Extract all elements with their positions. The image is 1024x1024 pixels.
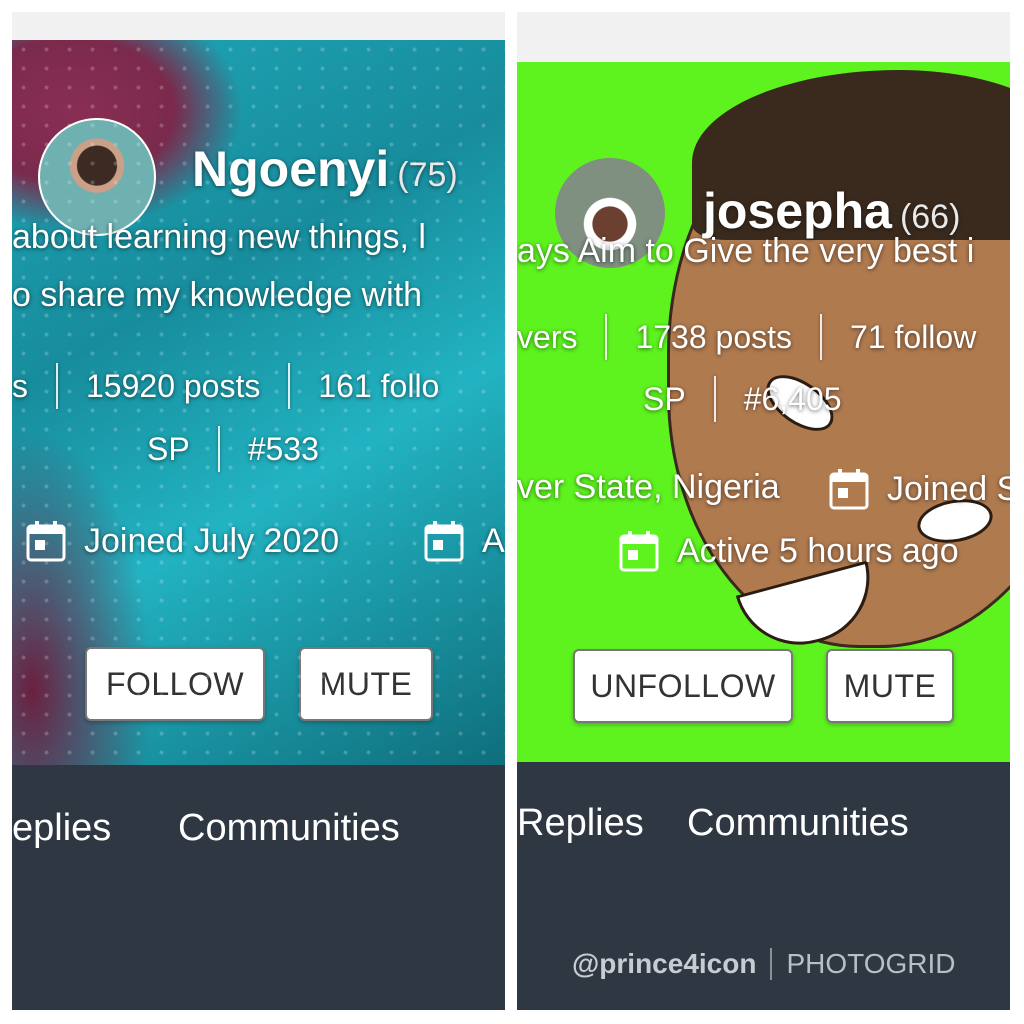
profile-tabs: eplies Communities: [12, 765, 505, 1010]
following-count[interactable]: 161 follo: [318, 368, 439, 405]
mute-button[interactable]: MUTE: [826, 649, 954, 723]
photogrid-watermark: @prince4icon PHOTOGRID: [572, 948, 956, 980]
sp-rank-row: SP #6,405: [643, 376, 842, 422]
stats-row: vers 1738 posts 71 follow: [517, 314, 976, 360]
joined-text: Joined July 2020: [84, 521, 340, 560]
profile-name: Ngoenyi (75): [192, 140, 458, 198]
following-count[interactable]: 71 follow: [850, 319, 976, 356]
username: Ngoenyi: [192, 141, 390, 197]
avatar[interactable]: [38, 118, 156, 236]
bio-line-2: o share my knowledge with: [12, 276, 423, 314]
sp-label: SP: [147, 430, 190, 467]
bio-line-1: about learning new things, l: [12, 218, 426, 256]
watermark-brand: PHOTOGRID: [786, 948, 956, 979]
calendar-icon: [829, 469, 869, 510]
username: josepha: [703, 183, 892, 239]
calendar-icon: [619, 531, 659, 572]
reputation-score: (75): [397, 156, 458, 194]
divider: [770, 948, 773, 980]
joined-date: Joined S: [829, 468, 1010, 510]
posts-count: 15920 posts: [86, 367, 261, 404]
cover-image: Ngoenyi (75) about learning new things, l…: [12, 40, 505, 765]
rank: #6,405: [743, 380, 842, 417]
divider: [713, 376, 716, 422]
tab-communities[interactable]: Communities: [687, 802, 909, 845]
bio-line-1: ays Aim to Give the very best i: [517, 232, 975, 270]
divider: [56, 363, 58, 409]
cover-image: josepha (66) ays Aim to Give the very bes…: [517, 62, 1010, 762]
reputation-score: (66): [899, 198, 961, 236]
posts-count: 1738 posts: [635, 318, 793, 355]
divider: [820, 314, 823, 360]
location-text: ver State, Nigeria: [517, 468, 780, 506]
followers-count[interactable]: vers: [517, 319, 577, 356]
follow-button[interactable]: FOLLOW: [85, 647, 265, 721]
tab-replies[interactable]: eplies: [12, 807, 111, 850]
divider: [217, 426, 220, 472]
rank: #533: [247, 430, 319, 467]
last-active: A: [424, 520, 505, 562]
active-text: A: [482, 521, 505, 560]
sp-label: SP: [643, 380, 686, 417]
active-text: Active 5 hours ago: [677, 531, 959, 570]
tab-communities[interactable]: Communities: [178, 807, 400, 850]
divider: [288, 363, 291, 409]
joined-text: Joined S: [887, 469, 1010, 508]
calendar-icon: [26, 521, 66, 562]
profile-panel-josepha: josepha (66) ays Aim to Give the very bes…: [517, 12, 1010, 1010]
sp-rank-row: SP #533: [147, 426, 319, 472]
unfollow-button[interactable]: UNFOLLOW: [573, 649, 793, 723]
calendar-icon: [424, 521, 464, 562]
last-active: Active 5 hours ago: [619, 530, 959, 572]
location: ver State, Nigeria: [517, 468, 780, 507]
divider: [605, 314, 608, 360]
tab-replies[interactable]: Replies: [517, 802, 644, 845]
followers-count[interactable]: s: [12, 368, 28, 405]
joined-date: Joined July 2020: [26, 520, 339, 562]
profile-panel-ngoenyi: Ngoenyi (75) about learning new things, l…: [12, 12, 505, 1010]
mute-button[interactable]: MUTE: [299, 647, 433, 721]
stats-row: s 15920 posts 161 follo: [12, 363, 439, 409]
watermark-handle: @prince4icon: [572, 948, 757, 979]
